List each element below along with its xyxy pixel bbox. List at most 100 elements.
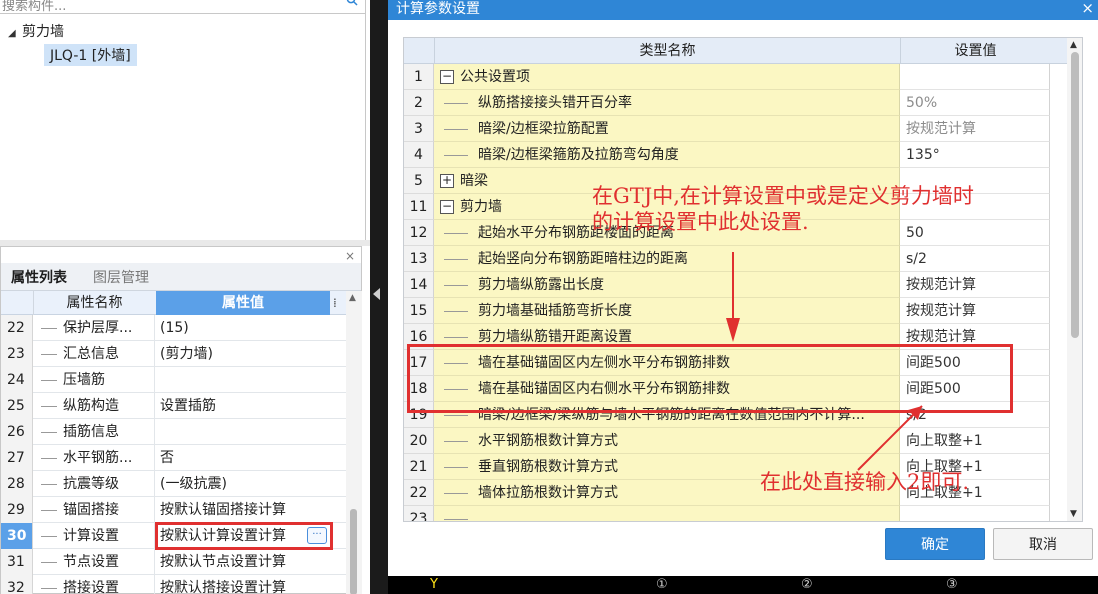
collapse-panel-icon[interactable] [373,288,380,300]
row-number: 13 [404,246,434,272]
table-row[interactable]: 31 节点设置 按默认节点设置计算 [1,549,346,575]
row-number: 5 [404,168,434,194]
table-row[interactable]: 24 压墙筋 [1,367,346,393]
grid-row[interactable]: 4 暗梁/边框梁箍筋及拉筋弯勾角度 135° [404,142,1067,168]
annotation-text: 在此处直接输入2即可. [760,470,970,494]
grid-row[interactable]: 13 起始竖向分布钢筋距暗柱边的距离 s/2 [404,246,1067,272]
setting-value[interactable]: 135° [900,142,1050,168]
row-number: 24 [1,367,33,393]
header-num-cell [404,38,434,64]
type-name [434,506,900,521]
property-name: 抗震等级 [33,471,155,497]
tab-property-list[interactable]: 属性列表 [11,267,67,287]
grid-row[interactable]: 23 [404,506,1067,521]
setting-value[interactable] [900,64,1050,90]
scroll-up-icon[interactable]: ▲ [1070,40,1077,50]
type-name: 剪力墙纵筋露出长度 [434,272,900,298]
search-input[interactable]: 搜索构件... [0,0,366,14]
property-value[interactable]: 否 [156,445,330,471]
type-name: 暗梁/边框梁拉筋配置 [434,116,900,142]
left-panel: 搜索构件... ◢ 剪力墙 JLQ-1 [外墙] × 属性列表 图层管理 属性名称… [0,0,370,594]
property-value[interactable]: 按默认锚固搭接计算 [156,497,330,523]
header-type-name: 类型名称 [434,38,900,64]
setting-value[interactable]: 按规范计算 [900,298,1050,324]
table-row[interactable]: 29 锚固搭接 按默认锚固搭接计算 [1,497,346,523]
row-number: 22 [404,480,434,506]
setting-value[interactable]: 向上取整+1 [900,428,1050,454]
setting-value[interactable]: 50% [900,90,1050,116]
setting-value[interactable]: 按规范计算 [900,116,1050,142]
grid-row-group[interactable]: 1 − 公共设置项 [404,64,1067,90]
property-value[interactable]: 设置插筋 [156,393,330,419]
row-number: 12 [404,220,434,246]
property-name: 纵筋构造 [33,393,155,419]
property-scrollbar[interactable]: ▲ [346,291,362,594]
type-name: 暗梁/边框梁箍筋及拉筋弯勾角度 [434,142,900,168]
annotation-text: 的计算设置中此处设置. [592,210,809,234]
row-number: 2 [404,90,434,116]
row-number: 28 [1,471,33,497]
scroll-up-icon[interactable]: ▲ [349,293,356,303]
tree-node-jlq1[interactable]: JLQ-1 [外墙] [44,44,137,66]
header-property-value: 属性值 [156,291,330,315]
type-name: − 公共设置项 [434,64,900,90]
type-name: 剪力墙基础插筋弯折长度 [434,298,900,324]
row-number: 32 [1,575,33,594]
close-icon[interactable]: × [345,249,355,263]
setting-value[interactable]: 50 [900,220,1050,246]
panel-border [365,0,366,240]
table-row[interactable]: 27 水平钢筋... 否 [1,445,346,471]
search-icon[interactable] [346,0,358,6]
property-value[interactable]: 按默认搭接设置计算 [156,575,330,594]
table-row[interactable]: 22 保护层厚... (15) [1,315,346,341]
collapse-icon[interactable]: − [440,70,454,84]
table-row[interactable]: 28 抗震等级 (一级抗震) [1,471,346,497]
params-grid: 类型名称 设置值 1 − 公共设置项 2 纵筋搭接接头错开百分率 50% 3 暗… [403,37,1083,522]
table-row[interactable]: 23 汇总信息 (剪力墙) [1,341,346,367]
grid-row[interactable]: 3 暗梁/边框梁拉筋配置 按规范计算 [404,116,1067,142]
property-name: 搭接设置 [33,575,155,594]
collapse-icon[interactable]: − [440,200,454,214]
row-number: 21 [404,454,434,480]
cancel-button[interactable]: 取消 [993,528,1093,560]
row-number: 14 [404,272,434,298]
table-row[interactable]: 25 纵筋构造 设置插筋 [1,393,346,419]
column-menu-icon[interactable]: ⁞ [333,291,347,315]
grid-row[interactable]: 2 纵筋搭接接头错开百分率 50% [404,90,1067,116]
row-number: 30 [1,523,33,549]
table-row[interactable]: 26 插筋信息 [1,419,346,445]
property-value[interactable]: (剪力墙) [156,341,330,367]
ok-button[interactable]: 确定 [885,528,985,560]
tree-node-shear-wall[interactable]: ◢ 剪力墙 [8,21,64,41]
close-icon[interactable]: × [1081,0,1094,17]
collapse-caret-icon[interactable]: ◢ [8,28,22,39]
property-value[interactable]: 按默认节点设置计算 [156,549,330,575]
setting-value[interactable]: s/2 [900,246,1050,272]
scrollbar-thumb[interactable] [350,509,357,594]
property-value[interactable]: (15) [156,315,330,341]
scroll-down-icon[interactable]: ▼ [1070,509,1077,519]
property-name: 压墙筋 [33,367,155,393]
setting-value[interactable] [900,506,1050,521]
scrollbar-thumb[interactable] [1071,52,1079,338]
dialog-title: 计算参数设置 [396,1,480,17]
row-number: 3 [404,116,434,142]
tab-layer-manager[interactable]: 图层管理 [93,267,149,287]
annotation-highlight-box [407,344,1013,413]
property-name: 计算设置 [33,523,155,549]
grid-scrollbar[interactable]: ▲ ▼ [1067,38,1082,521]
property-value[interactable] [156,367,330,393]
grid-row[interactable]: 15 剪力墙基础插筋弯折长度 按规范计算 [404,298,1067,324]
property-name: 水平钢筋... [33,445,155,471]
property-value[interactable] [156,419,330,445]
property-table-header: 属性名称 属性值 ⁞ [1,291,346,315]
setting-value[interactable]: 按规范计算 [900,272,1050,298]
property-value[interactable]: (一级抗震) [156,471,330,497]
grid-row[interactable]: 14 剪力墙纵筋露出长度 按规范计算 [404,272,1067,298]
grid-row[interactable]: 20 水平钢筋根数计算方式 向上取整+1 [404,428,1067,454]
header-property-name: 属性名称 [33,291,155,315]
table-row[interactable]: 32 搭接设置 按默认搭接设置计算 [1,575,346,594]
tree-node-label: 剪力墙 [22,24,64,40]
expand-icon[interactable]: + [440,174,454,188]
component-tree: ◢ 剪力墙 JLQ-1 [外墙] [0,18,366,238]
